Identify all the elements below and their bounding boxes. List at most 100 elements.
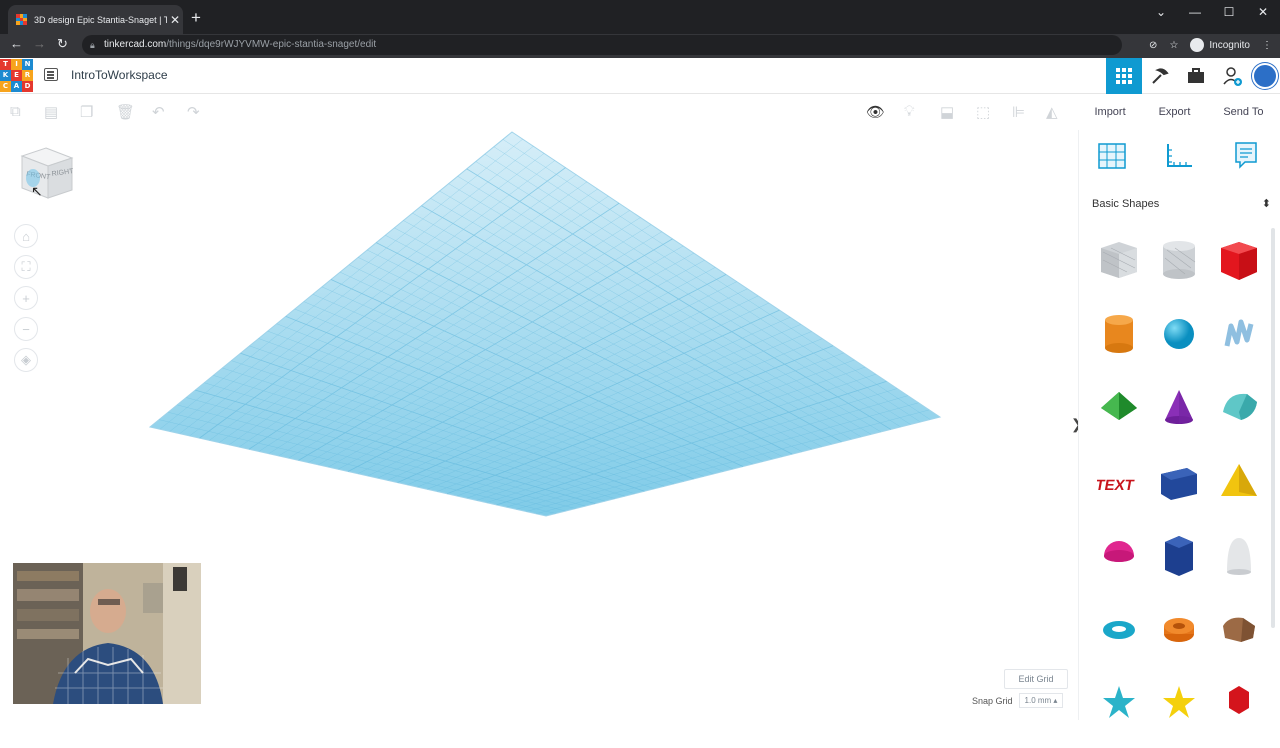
half-sphere-shape[interactable] xyxy=(1089,526,1149,600)
close-window-button[interactable]: ✕ xyxy=(1246,0,1280,24)
cylinder-hole-shape[interactable] xyxy=(1149,230,1209,304)
tab-search-icon[interactable]: ⌄ xyxy=(1144,0,1178,24)
group-icon[interactable]: ⬓ xyxy=(940,103,954,121)
undo-icon[interactable]: ↶ xyxy=(152,103,165,121)
tinkercad-favicon xyxy=(16,14,27,25)
user-avatar[interactable] xyxy=(1250,58,1280,94)
cylinder-shape[interactable] xyxy=(1089,304,1149,378)
send-to-button[interactable]: Send To xyxy=(1223,106,1263,118)
mirror-icon[interactable]: ◭ xyxy=(1046,103,1058,121)
browser-tab[interactable]: 3D design Epic Stantia-Snaget | T ✕ xyxy=(8,5,183,34)
zoom-in-icon[interactable]: + xyxy=(14,286,38,310)
ungroup-icon[interactable]: ⬚ xyxy=(976,103,990,121)
align-icon[interactable]: ⊫ xyxy=(1012,103,1025,121)
box-hole-shape[interactable] xyxy=(1089,230,1149,304)
forward-arrow-icon[interactable]: → xyxy=(33,36,46,51)
collapse-panel-icon[interactable]: ❯ xyxy=(1071,416,1078,433)
zoom-out-icon[interactable]: − xyxy=(14,317,38,341)
select-arrows-icon: ⬍ xyxy=(1261,198,1271,210)
edit-grid-button[interactable]: Edit Grid xyxy=(1004,669,1068,689)
incognito-icon xyxy=(1190,38,1205,52)
redo-icon[interactable]: ↷ xyxy=(187,103,200,121)
tab-title: 3D design Epic Stantia-Snaget | T xyxy=(34,14,167,25)
add-user-icon[interactable] xyxy=(1214,58,1250,94)
maximize-button[interactable]: ☐ xyxy=(1212,0,1246,24)
sphere-shape[interactable] xyxy=(1149,304,1209,378)
browser-right-controls: ⊘ ☆ Incognito ⋮ xyxy=(1149,38,1272,52)
heart-shape[interactable] xyxy=(1209,674,1269,748)
3d-design-mode-icon[interactable] xyxy=(1106,58,1142,94)
ruler-icon[interactable] xyxy=(1164,140,1194,170)
view-cube[interactable]: FRONT RIGHT xyxy=(18,146,75,200)
paraboloid-shape[interactable] xyxy=(1209,526,1269,600)
import-button[interactable]: Import xyxy=(1094,106,1125,118)
snap-grid-select[interactable]: 1.0 mm ▴ xyxy=(1018,693,1064,708)
panel-tool-icons xyxy=(1079,140,1279,170)
mouse-cursor-icon: ↖ xyxy=(31,183,43,199)
ortho-view-icon[interactable]: ◈ xyxy=(14,348,38,372)
notes-icon[interactable] xyxy=(1231,140,1261,170)
workplane-icon[interactable] xyxy=(1097,140,1127,170)
edit-toolbar: ⧉ ▤ ❐ 🗑︎ ↶ ↷ 👁︎ 💡︎ ⬓ ⬚ ⊫ ◭ xyxy=(0,94,1078,130)
box-blue-shape[interactable] xyxy=(1149,452,1209,526)
logo-letter: A xyxy=(11,81,22,92)
logo-letter: T xyxy=(0,59,11,70)
star-shape[interactable] xyxy=(1089,674,1149,748)
design-list-icon[interactable] xyxy=(44,68,58,81)
lightbulb-icon[interactable]: 💡︎ xyxy=(904,103,915,120)
logo-letter: R xyxy=(22,70,33,81)
shape-category-label: Basic Shapes xyxy=(1092,198,1160,210)
blocks-mode-icon[interactable] xyxy=(1142,58,1178,94)
lessons-briefcase-icon[interactable] xyxy=(1178,58,1214,94)
window-controls: ⌄ — ☐ ✕ xyxy=(1144,0,1280,24)
wedge-shape[interactable] xyxy=(1209,600,1269,674)
app-header: TINKERCAD IntroToWorkspace xyxy=(0,58,1280,94)
eye-slash-icon[interactable]: ⊘ xyxy=(1149,40,1157,51)
back-arrow-icon[interactable]: ← xyxy=(10,36,23,51)
shape-category-select[interactable]: Basic Shapes ⬍ xyxy=(1085,192,1275,216)
pyramid-shape[interactable] xyxy=(1209,452,1269,526)
torus-shape[interactable] xyxy=(1089,600,1149,674)
scribble-shape[interactable] xyxy=(1209,304,1269,378)
mode-switcher xyxy=(1106,58,1280,94)
workplane-canvas[interactable]: FRONT RIGHT ↖ ⌂ ⛶ + − ◈ ❯ xyxy=(0,130,1078,720)
paste-icon[interactable]: ▤ xyxy=(44,103,58,121)
logo-letter: K xyxy=(0,70,11,81)
url-host: tinkercad.com xyxy=(104,39,167,50)
trash-icon[interactable]: 🗑︎ xyxy=(116,103,135,121)
logo-letter: C xyxy=(0,81,11,92)
new-tab-button[interactable]: + xyxy=(191,8,201,28)
home-view-icon[interactable]: ⌂ xyxy=(14,224,38,248)
browser-tab-strip: 3D design Epic Stantia-Snaget | T ✕ + ⌄ … xyxy=(0,0,1280,34)
incognito-badge[interactable]: Incognito xyxy=(1190,38,1250,52)
box-shape[interactable] xyxy=(1209,230,1269,304)
tinkercad-logo[interactable]: TINKERCAD xyxy=(0,59,34,93)
tab-close-icon[interactable]: ✕ xyxy=(167,13,183,27)
copy-icon[interactable]: ⧉ xyxy=(10,103,21,120)
reload-icon[interactable]: ↻ xyxy=(57,36,68,52)
workspace-name[interactable]: IntroToWorkspace xyxy=(71,68,168,82)
shapes-panel: Basic Shapes ⬍ TEXT xyxy=(1078,130,1280,720)
incognito-label: Incognito xyxy=(1209,39,1250,51)
fit-view-icon[interactable]: ⛶ xyxy=(14,255,38,279)
polygon-shape[interactable] xyxy=(1149,526,1209,600)
star-yellow-shape[interactable] xyxy=(1149,674,1209,748)
text-shape[interactable]: TEXT xyxy=(1089,452,1149,526)
round-roof-shape[interactable] xyxy=(1209,378,1269,452)
logo-letter: D xyxy=(22,81,33,92)
notes-eye-icon[interactable]: 👁︎ xyxy=(866,103,885,121)
browser-toolbar: ← → ↻ 🔒︎ tinkercad.com/things/dqe9rWJYVM… xyxy=(0,34,1280,58)
cone-shape[interactable] xyxy=(1149,378,1209,452)
logo-letter: N xyxy=(22,59,33,70)
export-button[interactable]: Export xyxy=(1159,106,1191,118)
roof-shape[interactable] xyxy=(1089,378,1149,452)
minimize-button[interactable]: — xyxy=(1178,0,1212,24)
address-bar[interactable]: 🔒︎ tinkercad.com/things/dqe9rWJYVMW-epic… xyxy=(82,35,1122,55)
browser-menu-icon[interactable]: ⋮ xyxy=(1262,40,1272,51)
logo-letter: E xyxy=(11,70,22,81)
logo-letter: I xyxy=(11,59,22,70)
panel-scrollbar[interactable] xyxy=(1271,228,1275,628)
duplicate-icon[interactable]: ❐ xyxy=(80,103,93,121)
tube-shape[interactable] xyxy=(1149,600,1209,674)
bookmark-star-icon[interactable]: ☆ xyxy=(1169,40,1178,51)
